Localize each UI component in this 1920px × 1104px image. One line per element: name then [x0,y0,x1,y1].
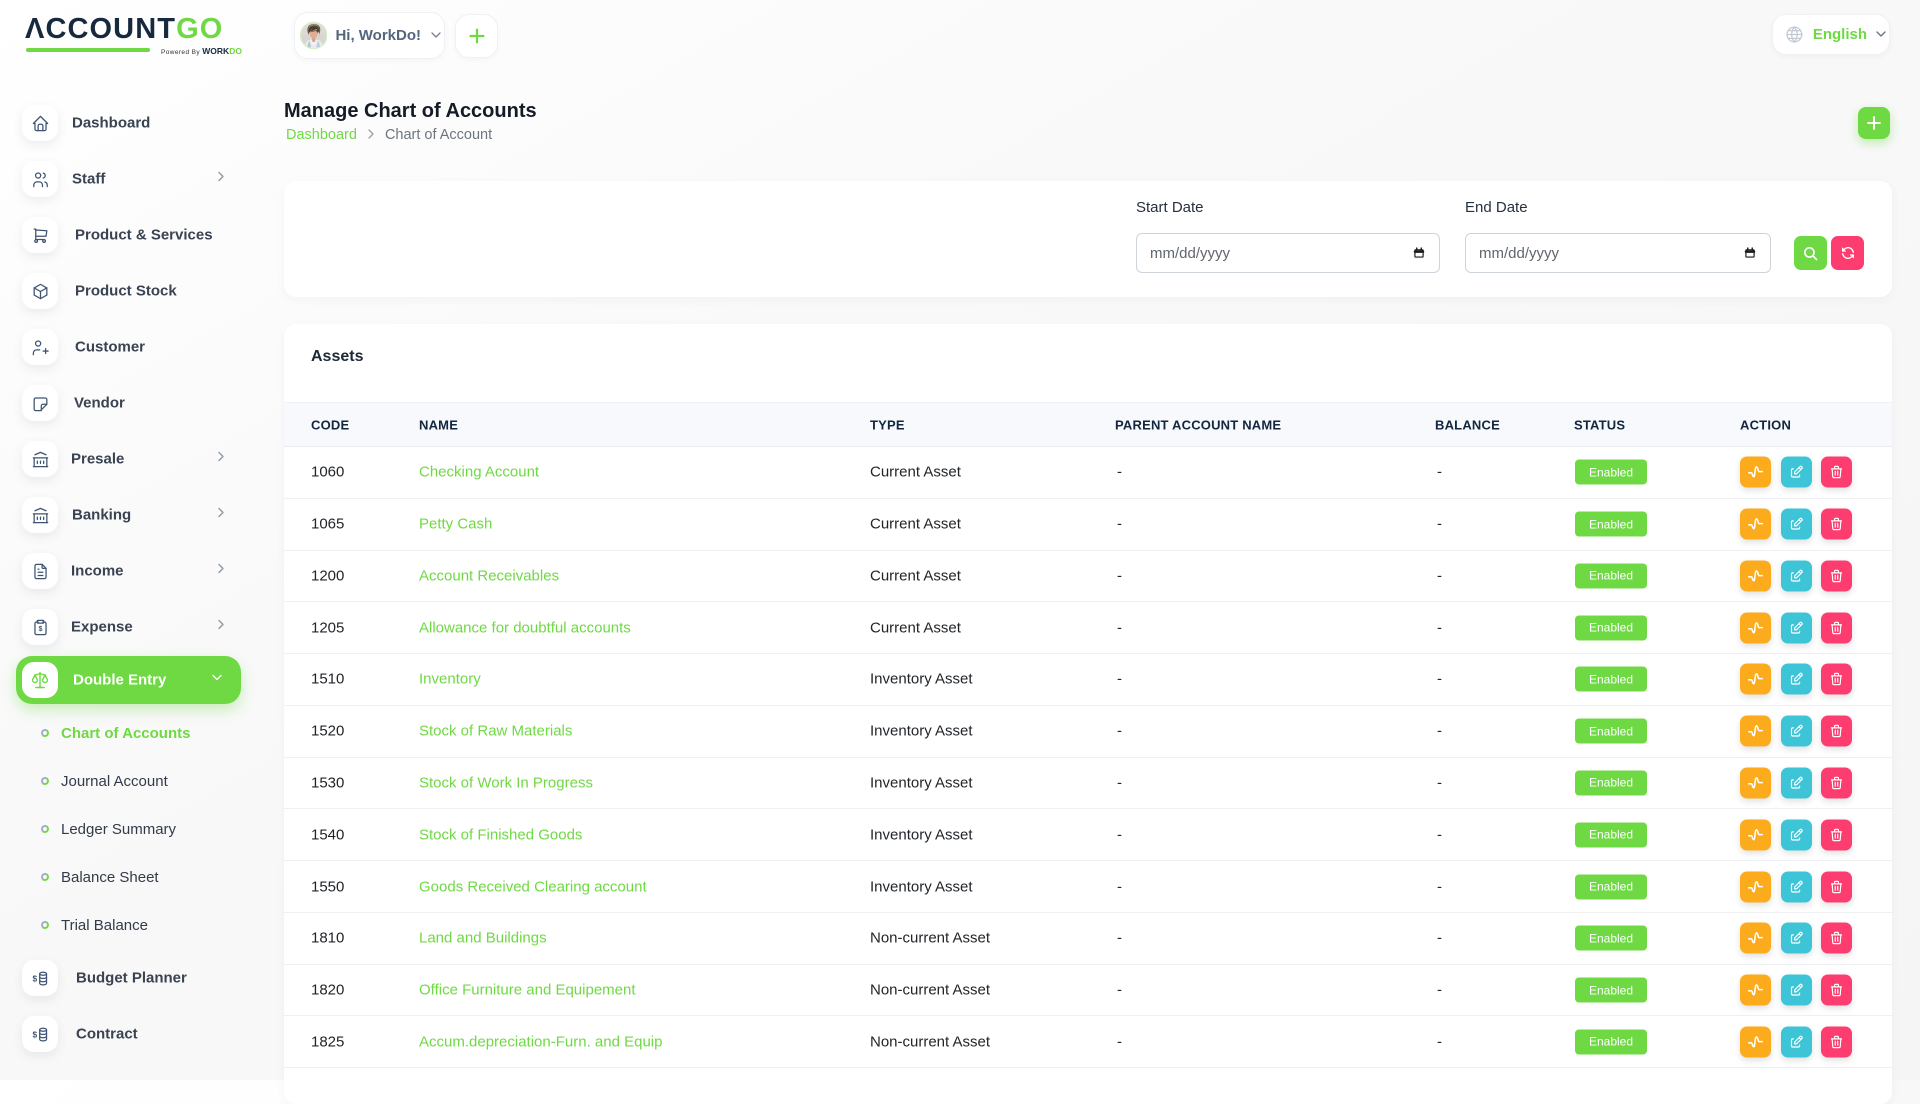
svg-text:$: $ [32,1029,37,1039]
svg-text:$: $ [32,973,37,983]
svg-text:$: $ [38,625,42,633]
